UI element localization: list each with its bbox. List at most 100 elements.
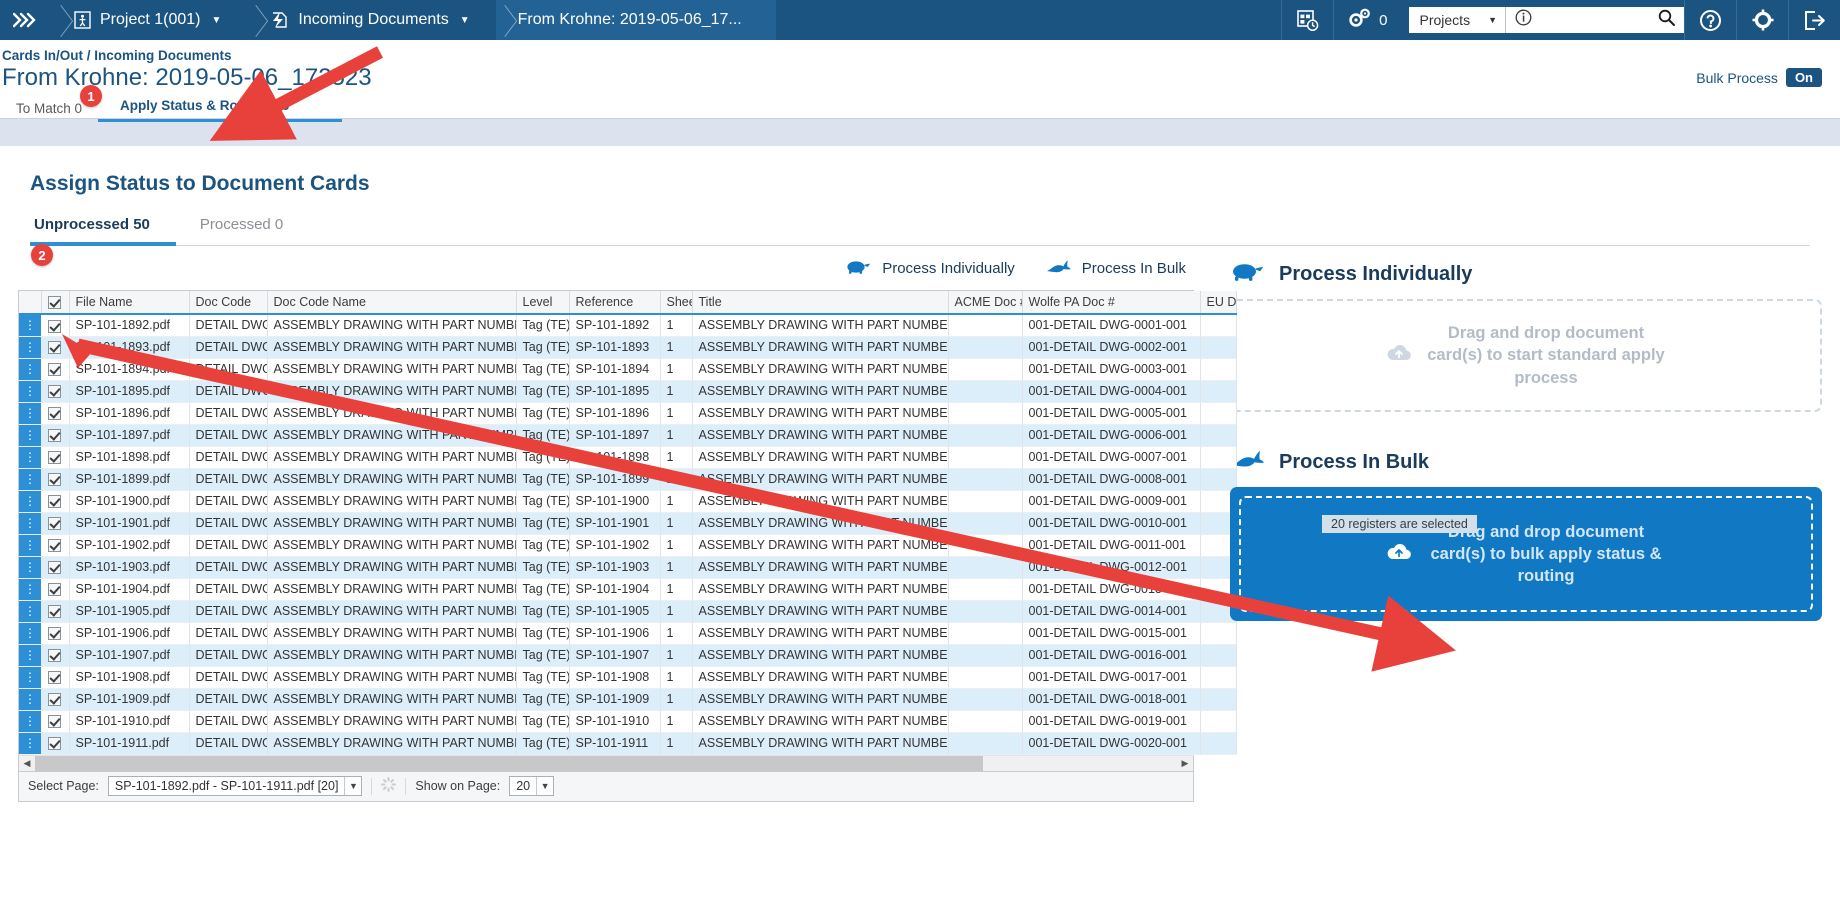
project-scope-select[interactable]: Projects ▼ [1408, 7, 1506, 33]
table-row[interactable]: ⋮ SP-101-1892.pdf DETAIL DWG ASSEMBLY DRAWI… [19, 314, 1237, 337]
row-drag-handle[interactable]: ⋮ [19, 446, 41, 469]
row-drag-handle[interactable]: ⋮ [19, 512, 41, 535]
row-drag-handle[interactable]: ⋮ [19, 490, 41, 513]
logout-icon[interactable] [1788, 0, 1840, 40]
th-file-name[interactable]: File Name [69, 291, 190, 316]
chevron-down-icon[interactable]: ▼ [1488, 15, 1497, 25]
row-select-checkbox-cell[interactable] [41, 666, 70, 689]
row-drag-handle[interactable]: ⋮ [19, 578, 41, 601]
row-drag-handle[interactable]: ⋮ [19, 336, 41, 359]
row-select-checkbox[interactable] [48, 737, 62, 751]
row-select-checkbox[interactable] [48, 627, 62, 641]
tab-processed[interactable]: Processed 0 [196, 212, 309, 245]
row-drag-handle[interactable]: ⋮ [19, 600, 41, 623]
table-row[interactable]: ⋮ SP-101-1908.pdf DETAIL DWG ASSEMBLY DRAWI… [19, 666, 1237, 689]
row-drag-handle[interactable]: ⋮ [19, 402, 41, 425]
table-row[interactable]: ⋮ SP-101-1910.pdf DETAIL DWG ASSEMBLY DRAWI… [19, 710, 1237, 733]
chevron-down-icon[interactable]: ▼ [460, 15, 470, 26]
breadcrumb-project[interactable]: Project 1(001) ▼ [52, 0, 248, 40]
row-select-checkbox-cell[interactable] [41, 534, 70, 557]
table-row[interactable]: ⋮ SP-101-1898.pdf DETAIL DWG ASSEMBLY DRAWI… [19, 446, 1237, 469]
row-select-checkbox[interactable] [48, 341, 62, 355]
table-row[interactable]: ⋮ SP-101-1899.pdf DETAIL DWG ASSEMBLY DRAWI… [19, 468, 1237, 491]
gears-notification-button[interactable]: 0 [1333, 0, 1400, 40]
row-select-checkbox[interactable] [48, 715, 62, 729]
process-individually-dropzone[interactable]: Drag and drop document card(s) to start … [1230, 299, 1822, 412]
table-row[interactable]: ⋮ SP-101-1900.pdf DETAIL DWG ASSEMBLY DRAWI… [19, 490, 1237, 513]
row-drag-handle[interactable]: ⋮ [19, 666, 41, 689]
select-all-checkbox[interactable] [47, 296, 61, 310]
row-drag-handle[interactable]: ⋮ [19, 314, 41, 337]
row-select-checkbox[interactable] [48, 363, 62, 377]
th-level[interactable]: Level [516, 291, 570, 316]
row-select-checkbox[interactable] [48, 473, 62, 487]
row-select-checkbox[interactable] [48, 517, 62, 531]
magnifier-icon[interactable] [1658, 9, 1675, 31]
row-drag-handle[interactable]: ⋮ [19, 710, 41, 733]
bulk-process-state[interactable]: On [1785, 68, 1822, 87]
row-drag-handle[interactable]: ⋮ [19, 534, 41, 557]
row-select-checkbox[interactable] [48, 539, 62, 553]
row-select-checkbox-cell[interactable] [41, 446, 70, 469]
row-select-checkbox[interactable] [48, 385, 62, 399]
row-select-checkbox-cell[interactable] [41, 314, 70, 337]
th-sheet[interactable]: Sheet [660, 291, 693, 316]
table-row[interactable]: ⋮ SP-101-1903.pdf DETAIL DWG ASSEMBLY DRAWI… [19, 556, 1237, 579]
row-select-checkbox[interactable] [48, 605, 62, 619]
row-select-checkbox[interactable] [48, 693, 62, 707]
row-select-checkbox-cell[interactable] [41, 622, 70, 645]
table-row[interactable]: ⋮ SP-101-1911.pdf DETAIL DWG ASSEMBLY DRAWI… [19, 732, 1237, 755]
search-input[interactable] [1506, 7, 1684, 33]
table-row[interactable]: ⋮ SP-101-1897.pdf DETAIL DWG ASSEMBLY DRAWI… [19, 424, 1237, 447]
th-reference[interactable]: Reference [569, 291, 661, 316]
row-select-checkbox[interactable] [48, 561, 62, 575]
row-select-checkbox[interactable] [48, 495, 62, 509]
row-select-checkbox-cell[interactable] [41, 600, 70, 623]
table-row[interactable]: ⋮ SP-101-1893.pdf DETAIL DWG ASSEMBLY DRAWI… [19, 336, 1237, 359]
row-drag-handle[interactable]: ⋮ [19, 424, 41, 447]
row-select-checkbox-cell[interactable] [41, 336, 70, 359]
waffle-menu-icon[interactable] [0, 0, 52, 40]
row-select-checkbox-cell[interactable] [41, 556, 70, 579]
table-row[interactable]: ⋮ SP-101-1906.pdf DETAIL DWG ASSEMBLY DRAWI… [19, 622, 1237, 645]
scroll-right-arrow[interactable]: ▶ [1177, 755, 1193, 771]
breadcrumb-incoming-documents[interactable]: Incoming Documents ▼ [247, 0, 496, 40]
help-icon[interactable] [1684, 0, 1736, 40]
info-icon[interactable] [1515, 9, 1532, 31]
table-row[interactable]: ⋮ SP-101-1907.pdf DETAIL DWG ASSEMBLY DRAWI… [19, 644, 1237, 667]
table-row[interactable]: ⋮ SP-101-1904.pdf DETAIL DWG ASSEMBLY DRAWI… [19, 578, 1237, 601]
row-select-checkbox[interactable] [48, 429, 62, 443]
breadcrumb-current-batch[interactable]: From Krohne: 2019-05-06_17... [495, 0, 776, 40]
scrollbar-track[interactable] [35, 755, 1177, 771]
th-title[interactable]: Title [692, 291, 949, 316]
tab-unprocessed[interactable]: Unprocessed 50 [30, 212, 176, 246]
row-drag-handle[interactable]: ⋮ [19, 380, 41, 403]
row-drag-handle[interactable]: ⋮ [19, 358, 41, 381]
row-select-checkbox-cell[interactable] [41, 490, 70, 513]
row-drag-handle[interactable]: ⋮ [19, 622, 41, 645]
table-row[interactable]: ⋮ SP-101-1895.pdf DETAIL DWG ASSEMBLY DRAWI… [19, 380, 1237, 403]
chevron-down-icon[interactable]: ▼ [344, 777, 362, 796]
row-select-checkbox-cell[interactable] [41, 468, 70, 491]
row-drag-handle[interactable]: ⋮ [19, 468, 41, 491]
spinner-icon[interactable] [381, 777, 397, 795]
process-individually-link[interactable]: Process Individually [845, 258, 1015, 279]
row-select-checkbox[interactable] [48, 649, 62, 663]
row-select-checkbox-cell[interactable] [41, 512, 70, 535]
bulk-process-toggle[interactable]: Bulk Process On [1696, 68, 1822, 87]
scrollbar-thumb[interactable] [35, 755, 983, 771]
row-drag-handle[interactable]: ⋮ [19, 644, 41, 667]
row-select-checkbox-cell[interactable] [41, 358, 70, 381]
horizontal-scrollbar[interactable]: ◀ ▶ [18, 754, 1194, 772]
select-page-dropdown[interactable]: SP-101-1892.pdf - SP-101-1911.pdf [20] ▼ [107, 776, 363, 797]
scroll-left-arrow[interactable]: ◀ [19, 755, 35, 771]
row-drag-handle[interactable]: ⋮ [19, 688, 41, 711]
table-row[interactable]: ⋮ SP-101-1902.pdf DETAIL DWG ASSEMBLY DRAWI… [19, 534, 1237, 557]
calendar-clock-icon[interactable] [1281, 0, 1333, 40]
row-select-checkbox-cell[interactable] [41, 578, 70, 601]
table-row[interactable]: ⋮ SP-101-1901.pdf DETAIL DWG ASSEMBLY DRAWI… [19, 512, 1237, 535]
settings-gear-icon[interactable] [1736, 0, 1788, 40]
tab-apply-status-routing[interactable]: Apply Status & Routing 50 [98, 96, 342, 122]
row-select-checkbox-cell[interactable] [41, 380, 70, 403]
row-select-checkbox[interactable] [48, 319, 62, 333]
